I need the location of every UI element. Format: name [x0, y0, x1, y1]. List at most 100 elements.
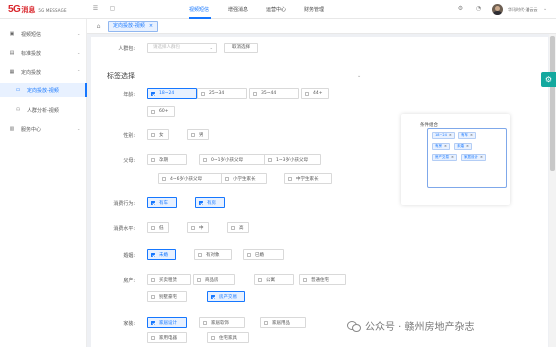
checkbox-icon [151, 200, 155, 205]
username[interactable]: 华讯时代-潘云云 [508, 7, 537, 13]
summary-chip[interactable]: 有房 × [432, 143, 450, 150]
sidebar-item-label: 定向投放-视频 [27, 88, 59, 94]
summary-chip[interactable]: 有车 × [458, 132, 476, 139]
sidebar-item-targeted-delivery[interactable]: ▦ 定向投放 ⌃ [0, 65, 87, 79]
crowd-select[interactable]: 请选择人群包 ⌄ [147, 43, 217, 53]
tag-checkbox[interactable]: 家居软饰 [199, 317, 245, 328]
checkbox-icon [247, 252, 251, 257]
settings-gear-icon[interactable]: ⚙ [541, 72, 556, 87]
checkbox-icon [288, 176, 292, 181]
notification-bell-icon[interactable]: ◔ [475, 5, 482, 12]
checkbox-icon [225, 176, 229, 181]
wechat-icon [347, 320, 361, 332]
checkbox-icon [151, 91, 155, 96]
tag-checkbox-label: 低 [159, 225, 164, 231]
tag-checkbox[interactable]: 有车 [147, 197, 177, 208]
nav-operation-center[interactable]: 运营中心 [266, 6, 286, 13]
tag-group-label: 婚姻: [123, 253, 135, 259]
checkbox-icon [151, 335, 155, 340]
section-title: 标签选择 [107, 72, 135, 80]
tag-checkbox[interactable]: 买卖租赁 [147, 274, 191, 285]
sidebar-item-label: 标准投放 [21, 51, 42, 57]
tab-label: 定向投放-视频 [113, 23, 145, 29]
tag-checkbox[interactable]: 60+ [147, 106, 175, 117]
tag-checkbox[interactable]: 高 [227, 222, 249, 233]
chevron-down-icon: ⌄ [77, 126, 81, 131]
summary-chip[interactable]: 家居设计 × [461, 154, 486, 161]
summary-chip[interactable]: 未婚 × [454, 143, 472, 150]
scrollbar-thumb[interactable] [550, 36, 555, 171]
checkbox-icon [198, 252, 202, 257]
chevron-down-icon[interactable]: ⌄ [543, 6, 547, 12]
summary-chip-label: 房产交易 [435, 155, 449, 159]
tag-checkbox[interactable]: 44+ [301, 88, 329, 99]
tag-checkbox[interactable]: 低 [147, 222, 169, 233]
close-icon[interactable]: × [466, 144, 469, 148]
summary-chip[interactable]: 18~24 × [432, 132, 455, 139]
tag-checkbox[interactable]: 18~24 [147, 88, 197, 99]
close-icon[interactable]: × [470, 133, 473, 137]
tag-checkbox[interactable]: 公寓 [254, 274, 294, 285]
close-icon[interactable]: × [449, 133, 452, 137]
close-icon[interactable]: × [480, 155, 483, 159]
tag-checkbox[interactable]: 孕期 [147, 154, 187, 165]
tag-checkbox[interactable]: 中 [187, 222, 209, 233]
summary-chip[interactable]: 房产交易 × [432, 154, 457, 161]
tag-checkbox-label: 男 [199, 132, 204, 138]
close-icon[interactable]: × [451, 155, 454, 159]
settings-icon[interactable]: ⚙ [457, 5, 464, 12]
tag-checkbox[interactable]: 已婚 [243, 249, 284, 260]
collapse-chevron-icon[interactable]: ⌄ [357, 73, 361, 79]
tag-checkbox[interactable]: 小学生家长 [221, 173, 267, 184]
watermark-text: 公众号 · 赣州房地产杂志 [365, 322, 475, 333]
nav-video-sms[interactable]: 视频短信 [189, 6, 209, 13]
logo-cn-text: 消息 [21, 6, 36, 14]
app-logo[interactable]: 5G 消息 5G MESSAGE [8, 4, 67, 15]
checkbox-icon [151, 294, 155, 299]
tag-checkbox[interactable]: 有房 [195, 197, 225, 208]
avatar[interactable] [492, 4, 503, 15]
tag-group-label: 年龄: [123, 92, 135, 98]
tag-checkbox[interactable]: 普通住宅 [299, 274, 346, 285]
summary-chip-box: 18~24 × 有车 × 有房 × 未婚 × 房产交易 × 家居设计 × [427, 128, 507, 188]
tag-checkbox[interactable]: 中学生家长 [284, 173, 332, 184]
tag-checkbox[interactable]: 有对象 [194, 249, 232, 260]
fullscreen-icon[interactable]: ▢ [109, 5, 116, 12]
tag-checkbox[interactable]: 25~34 [197, 88, 247, 99]
tag-checkbox[interactable]: 商品房 [193, 274, 235, 285]
sidebar-item-label: 服务中心 [21, 127, 42, 133]
tag-checkbox[interactable]: 0~1岁小孩父母 [199, 154, 273, 165]
tag-checkbox[interactable]: 家居设计 [147, 317, 187, 328]
tag-checkbox-label: 商品房 [205, 277, 219, 283]
nav-finance[interactable]: 财务管理 [304, 6, 324, 13]
close-icon[interactable]: × [149, 22, 153, 31]
sidebar-item-service-center[interactable]: ▥ 服务中心 ⌄ [0, 122, 87, 136]
tag-checkbox[interactable]: 35~44 [249, 88, 299, 99]
tag-checkbox[interactable]: 女 [147, 129, 169, 140]
checkbox-icon [253, 91, 257, 96]
menu-icon[interactable]: ☰ [92, 5, 99, 12]
tag-checkbox[interactable]: 住宅家具 [207, 332, 249, 343]
tab-targeted-video[interactable]: 定向投放-视频 × [108, 21, 159, 32]
tag-checkbox[interactable]: 未婚 [147, 249, 176, 260]
checkbox-icon [268, 157, 272, 162]
tag-checkbox[interactable]: 男 [187, 129, 209, 140]
close-icon[interactable]: × [444, 144, 447, 148]
home-icon[interactable]: ⌂ [95, 23, 102, 30]
tag-checkbox[interactable]: 家用电器 [147, 332, 187, 343]
tag-checkbox-label: 家居软饰 [211, 320, 229, 326]
tag-group-label: 家装: [123, 321, 135, 327]
checkbox-icon [201, 91, 205, 96]
sidebar-item-video-sms[interactable]: ▣ 视频短信 ⌄ [0, 27, 87, 41]
tag-checkbox[interactable]: 房产交易 [207, 291, 245, 302]
sidebar-item-crowd-analysis[interactable]: ⚇ 人群分析-视频 [0, 103, 87, 117]
tag-checkbox[interactable]: 别墅豪宅 [147, 291, 187, 302]
nav-enhanced-message[interactable]: 增强消息 [228, 6, 248, 13]
checkbox-icon [203, 157, 207, 162]
sidebar-item-targeted-video[interactable]: ▭ 定向投放-视频 [0, 83, 87, 97]
summary-chip-label: 有车 [461, 133, 468, 137]
sidebar-item-standard-delivery[interactable]: ▤ 标准投放 ⌄ [0, 46, 87, 60]
tag-checkbox[interactable]: 1~3岁小孩父母 [264, 154, 321, 165]
cancel-selection-button[interactable]: 取消选择 [224, 43, 258, 53]
tag-checkbox[interactable]: 家居用品 [260, 317, 306, 328]
